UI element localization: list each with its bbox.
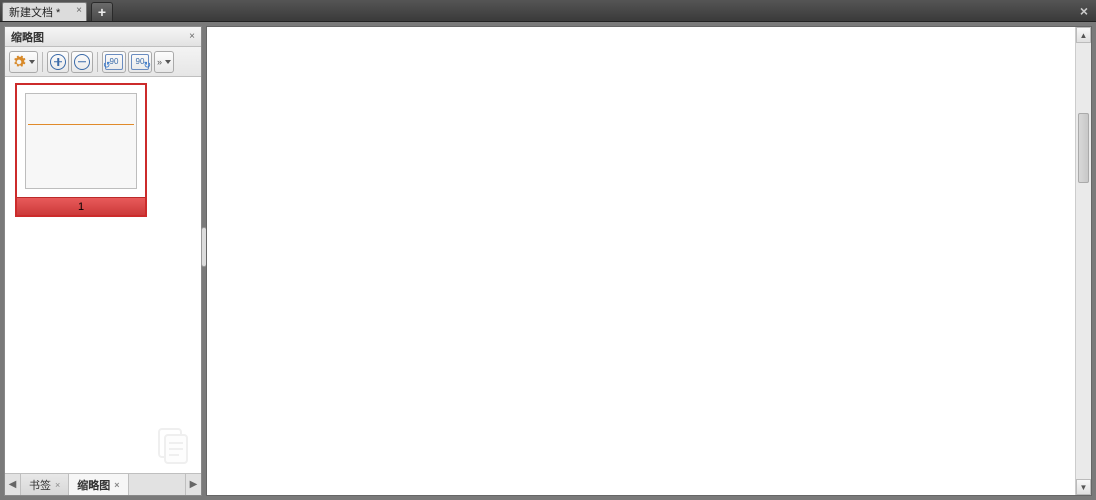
workspace: 缩略图 × 90 ↺ 90: [0, 22, 1096, 500]
tab-thumbnails[interactable]: 缩略图 ×: [69, 474, 128, 495]
rotate-right-button[interactable]: 90 ↻: [128, 51, 152, 73]
scroll-up-button[interactable]: ▲: [1076, 27, 1091, 43]
tabs-scroll-right[interactable]: ▶: [185, 474, 201, 495]
tabbar-close-button[interactable]: ×: [1080, 3, 1088, 19]
tab-bookmarks[interactable]: 书签 ×: [21, 474, 69, 495]
close-icon[interactable]: ×: [55, 480, 60, 490]
thumbnail-area: 1: [5, 77, 201, 473]
thumbnail-page-number: 1: [17, 197, 145, 215]
chevrons-icon: »: [157, 57, 162, 67]
document-canvas-frame: ▲ ▼: [206, 26, 1092, 496]
rotate-left-label: 90: [110, 57, 119, 66]
separator: [42, 52, 43, 72]
close-icon[interactable]: ×: [189, 31, 195, 42]
plus-icon: +: [98, 4, 106, 20]
new-tab-button[interactable]: +: [91, 2, 113, 21]
tab-bar: 新建文档 * × + ×: [0, 0, 1096, 22]
document-tab[interactable]: 新建文档 * ×: [2, 2, 87, 21]
close-icon[interactable]: ×: [114, 480, 119, 490]
tab-bookmarks-label: 书签: [29, 477, 51, 493]
scroll-track[interactable]: [1076, 43, 1091, 479]
document-canvas[interactable]: [207, 27, 1075, 495]
scroll-down-button[interactable]: ▼: [1076, 479, 1091, 495]
thumbnail-panel: 缩略图 × 90 ↺ 90: [4, 26, 202, 496]
options-button[interactable]: [9, 51, 38, 73]
panel-title: 缩略图: [11, 29, 44, 45]
tab-thumbnails-label: 缩略图: [77, 477, 110, 493]
scroll-thumb[interactable]: [1078, 113, 1089, 183]
panel-header: 缩略图 ×: [5, 27, 201, 47]
zoom-in-button[interactable]: [47, 51, 69, 73]
thumbnail-preview: [25, 93, 137, 189]
minus-circle-icon: [74, 54, 90, 70]
rotate-right-icon: 90 ↻: [131, 54, 149, 70]
close-icon[interactable]: ×: [76, 5, 82, 16]
page-thumbnail[interactable]: 1: [15, 83, 147, 217]
plus-circle-icon: [50, 54, 66, 70]
zoom-out-button[interactable]: [71, 51, 93, 73]
vertical-scrollbar[interactable]: ▲ ▼: [1075, 27, 1091, 495]
rotate-left-icon: 90 ↺: [105, 54, 123, 70]
panel-toolbar: 90 ↺ 90 ↻ »: [5, 47, 201, 77]
rotate-left-button[interactable]: 90 ↺: [102, 51, 126, 73]
separator: [97, 52, 98, 72]
pages-watermark-icon: [153, 425, 193, 465]
panel-bottom-tabs: ◀ 书签 × 缩略图 × ▶: [5, 473, 201, 495]
tabs-scroll-left[interactable]: ◀: [5, 474, 21, 495]
more-options-button[interactable]: »: [154, 51, 174, 73]
gear-icon: [12, 55, 26, 69]
document-tab-label: 新建文档 *: [9, 4, 60, 20]
close-icon: ×: [1080, 3, 1088, 19]
